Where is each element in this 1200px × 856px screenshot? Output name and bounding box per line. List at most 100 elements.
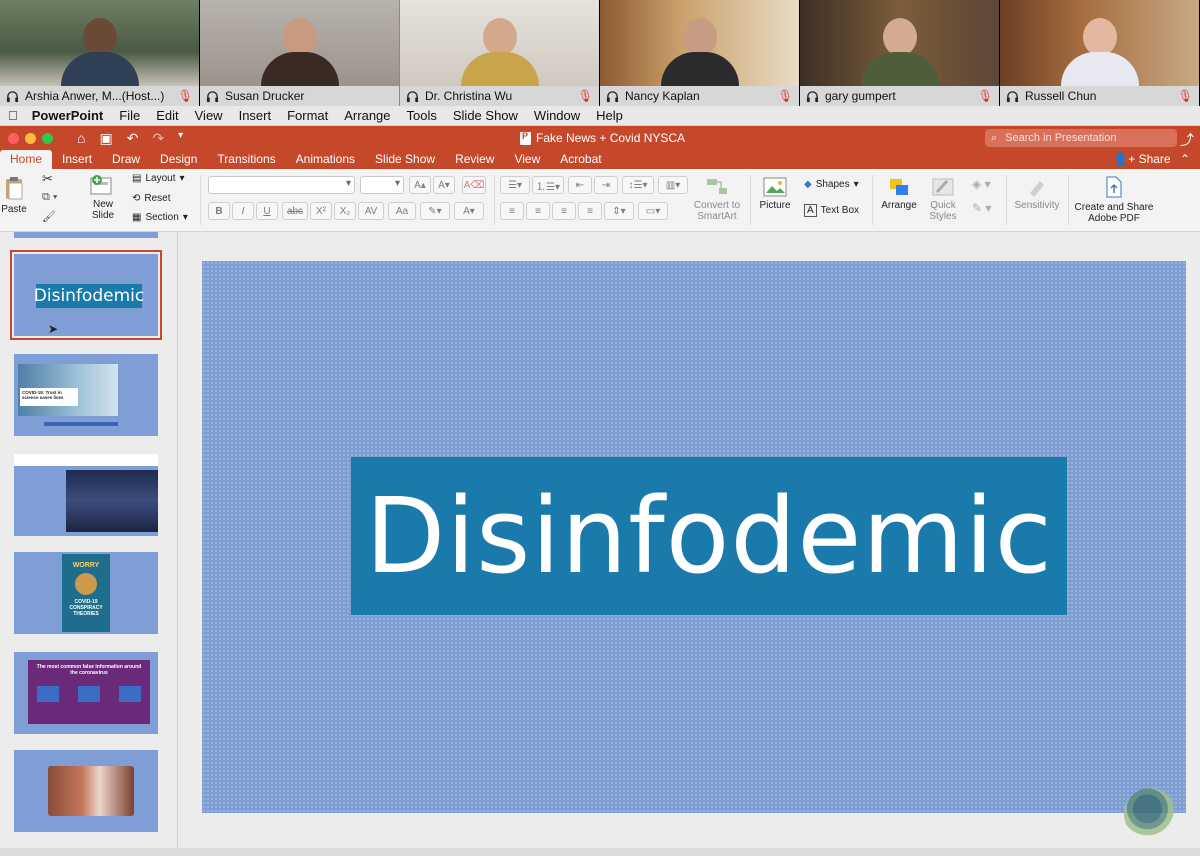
tab-animations[interactable]: Animations (286, 152, 365, 169)
home-icon[interactable]: ⌂ (77, 130, 85, 147)
cut-icon[interactable]: ✂ (42, 171, 53, 187)
superscript-button[interactable]: X² (310, 202, 332, 220)
align-text-button[interactable]: ▭▾ (638, 202, 668, 220)
decrease-indent-button[interactable]: ⇤ (568, 176, 592, 194)
slide-editor[interactable]: Disinfodemic (178, 232, 1200, 856)
menu-edit[interactable]: Edit (156, 108, 178, 123)
slide-thumbnail[interactable] (14, 454, 158, 536)
reset-button[interactable]: ⟲ Reset (132, 193, 171, 204)
subscript-button[interactable]: X₂ (334, 202, 356, 220)
thumbnail-title: Disinfodemic (33, 284, 145, 308)
tab-transitions[interactable]: Transitions (207, 152, 285, 169)
bullets-button[interactable]: ☰▾ (500, 176, 530, 194)
menu-slide-show[interactable]: Slide Show (453, 108, 518, 123)
columns-button[interactable]: ▥▾ (658, 176, 688, 194)
align-right-button[interactable]: ≡ (552, 202, 576, 220)
align-center-button[interactable]: ≡ (526, 202, 550, 220)
increase-indent-button[interactable]: ⇥ (594, 176, 618, 194)
slide-thumbnail[interactable] (14, 232, 158, 238)
menu-insert[interactable]: Insert (239, 108, 272, 123)
increase-font-size-button[interactable]: A▴ (409, 176, 431, 194)
tab-slide-show[interactable]: Slide Show (365, 152, 445, 169)
minimize-window-button[interactable] (25, 132, 36, 144)
align-left-button[interactable]: ≡ (500, 202, 524, 220)
clear-formatting-button[interactable]: A⌫ (462, 176, 486, 194)
participant-tile[interactable]: gary gumpert 🎙 (800, 0, 1000, 106)
redo-icon[interactable]: ↷ (152, 130, 164, 147)
shape-outline-icon[interactable]: ✎ ▾ (972, 201, 991, 215)
shapes-button[interactable]: ◆ Shapes ▾ (804, 179, 859, 190)
menu-file[interactable]: File (119, 108, 140, 123)
tab-home[interactable]: Home (0, 150, 53, 169)
save-icon[interactable]: ▣ (99, 130, 112, 147)
slide-title-box[interactable]: Disinfodemic (351, 457, 1067, 615)
slide-thumbnail-selected[interactable]: Disinfodemic ➤ (10, 250, 162, 340)
font-color-button[interactable]: A▾ (454, 202, 484, 220)
new-slide-button[interactable]: New Slide (86, 174, 120, 221)
close-window-button[interactable] (8, 132, 19, 144)
slide-thumbnail-pane[interactable]: Disinfodemic ➤ COVID-19: Trust in scienc… (0, 232, 178, 856)
italic-button[interactable]: I (232, 202, 254, 220)
arrange-button[interactable]: Arrange (878, 177, 920, 211)
format-painter-icon[interactable]: 🖌 (42, 210, 56, 223)
participant-tile[interactable]: Nancy Kaplan 🎙 (600, 0, 800, 106)
current-slide[interactable]: Disinfodemic (202, 261, 1186, 813)
change-case-button[interactable]: Aa (388, 202, 416, 220)
slide-thumbnail[interactable]: The most common false information around… (14, 652, 158, 734)
tab-insert[interactable]: Insert (52, 152, 102, 169)
create-share-pdf-button[interactable]: Create and Share Adobe PDF (1072, 175, 1156, 224)
slide-thumbnail[interactable]: WORRY COVID-19 CONSPIRACY THEORIES (14, 552, 158, 634)
menu-help[interactable]: Help (596, 108, 623, 123)
participant-tile[interactable]: Dr. Christina Wu 🎙 (400, 0, 600, 106)
tab-acrobat[interactable]: Acrobat (550, 152, 611, 169)
layout-button[interactable]: ▤ Layout ▾ (132, 173, 185, 184)
apple-icon[interactable]:  (8, 108, 18, 123)
quick-styles-button[interactable]: Quick Styles (924, 177, 962, 222)
sensitivity-button[interactable]: Sensitivity (1012, 177, 1062, 211)
collapse-ribbon-icon[interactable]: ⌃ (1180, 152, 1190, 166)
bold-button[interactable]: B (208, 202, 230, 220)
menu-arrange[interactable]: Arrange (344, 108, 390, 123)
participant-tile[interactable]: Arshia Anwer, M...(Host...) 🎙 (0, 0, 200, 106)
undo-icon[interactable]: ↶ (127, 130, 139, 147)
tab-review[interactable]: Review (445, 152, 504, 169)
quick-styles-icon (932, 178, 954, 196)
underline-button[interactable]: U (256, 202, 278, 220)
share-button[interactable]: 👤+ Share ⌃ (1113, 152, 1190, 166)
zoom-gallery: Arshia Anwer, M...(Host...) 🎙 Susan Druc… (0, 0, 1200, 106)
headphones-icon (6, 90, 19, 102)
menu-view[interactable]: View (195, 108, 223, 123)
tab-draw[interactable]: Draw (102, 152, 150, 169)
slide-thumbnail[interactable]: COVID-19: Trust in science saves lives (14, 354, 158, 436)
text-box-button[interactable]: A Text Box (804, 204, 859, 217)
font-name-input[interactable]: ▾ (208, 176, 355, 194)
numbering-button[interactable]: ⒈☰▾ (532, 176, 564, 194)
justify-button[interactable]: ≡ (578, 202, 602, 220)
copy-icon[interactable]: ⧉ ▾ (42, 191, 58, 204)
decrease-font-size-button[interactable]: A▾ (433, 176, 455, 194)
menu-tools[interactable]: Tools (407, 108, 437, 123)
strikethrough-button[interactable]: abc (282, 202, 308, 220)
tab-view[interactable]: View (504, 152, 550, 169)
share-window-icon[interactable]: ⤴ (1180, 130, 1194, 150)
tab-design[interactable]: Design (150, 152, 207, 169)
participant-tile[interactable]: Susan Drucker (200, 0, 400, 106)
app-menu[interactable]: PowerPoint (32, 108, 104, 123)
participant-tile[interactable]: Russell Chun 🎙 (1000, 0, 1200, 106)
convert-smartart-button[interactable]: Convert to SmartArt (690, 177, 744, 222)
character-spacing-button[interactable]: AV (358, 202, 384, 220)
section-button[interactable]: ▦ Section ▾ (132, 212, 188, 223)
line-spacing-button[interactable]: ↕☰▾ (622, 176, 654, 194)
customize-toolbar-icon[interactable]: ▾ (178, 130, 183, 147)
menu-format[interactable]: Format (287, 108, 328, 123)
highlight-color-button[interactable]: ✎▾ (420, 202, 450, 220)
menu-window[interactable]: Window (534, 108, 580, 123)
zoom-window-button[interactable] (42, 132, 53, 144)
font-size-input[interactable]: ▾ (360, 176, 404, 194)
slide-thumbnail[interactable] (14, 750, 158, 832)
picture-button[interactable]: Picture (756, 177, 794, 211)
text-direction-button[interactable]: ⇕▾ (604, 202, 634, 220)
paste-button[interactable]: Paste (0, 175, 28, 215)
search-input[interactable]: ⌕ Search in Presentation (985, 129, 1177, 147)
shape-fill-icon[interactable]: ◈ ▾ (972, 177, 991, 191)
